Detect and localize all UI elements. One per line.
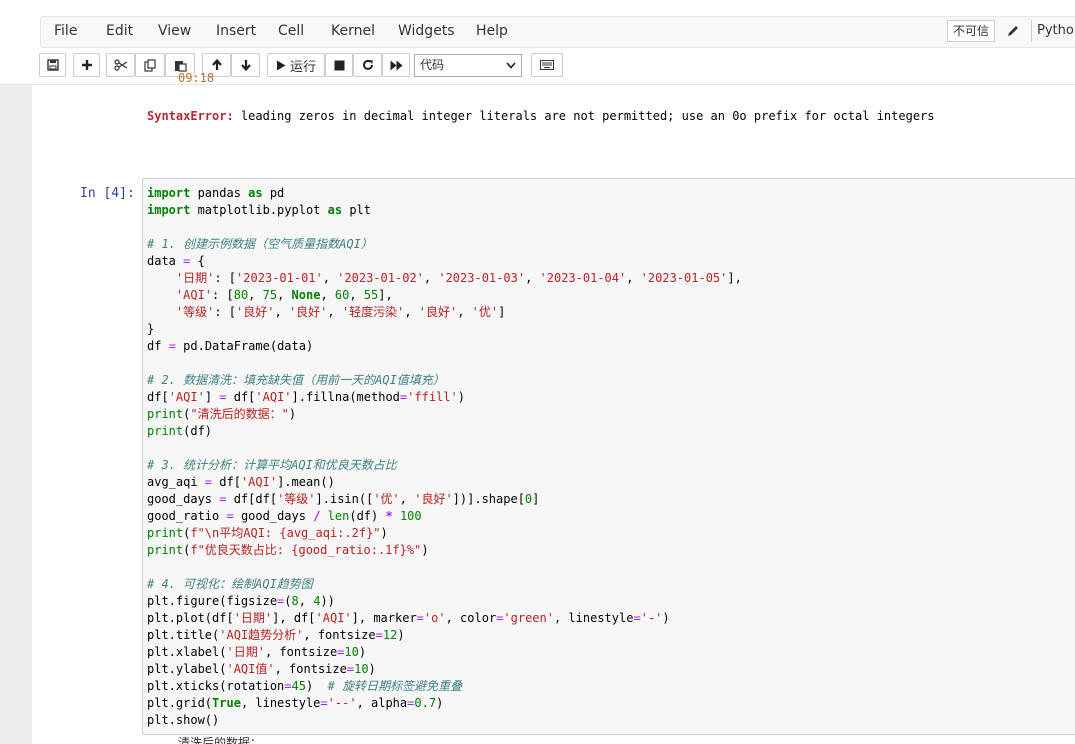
keyboard-icon	[540, 60, 554, 70]
menu-file[interactable]: File	[54, 23, 77, 39]
pencil-icon[interactable]	[1006, 24, 1020, 38]
menu-kernel[interactable]: Kernel	[331, 23, 375, 39]
error-output: SyntaxError: leading zeros in decimal in…	[147, 109, 935, 123]
not-trusted-button[interactable]: 不可信	[947, 20, 995, 42]
menu-widgets[interactable]: Widgets	[398, 23, 455, 39]
paste-icon	[174, 60, 187, 72]
menu-insert[interactable]: Insert	[216, 23, 256, 39]
move-down-button[interactable]	[231, 53, 260, 77]
arrow-up-icon	[211, 59, 222, 70]
run-label: 运行	[289, 59, 316, 75]
next-output-cutoff: 清洗后的数据：	[178, 736, 263, 744]
input-prompt: In [4]:	[80, 186, 135, 201]
play-icon	[276, 60, 286, 70]
browser-top-strip	[0, 0, 1075, 8]
menu-help[interactable]: Help	[476, 23, 508, 39]
command-palette-button[interactable]	[531, 53, 563, 77]
restart-run-all-button[interactable]	[382, 53, 410, 77]
interrupt-kernel-button[interactable]	[325, 53, 353, 77]
fast-forward-icon	[390, 60, 402, 70]
menu-edit[interactable]: Edit	[106, 23, 133, 39]
menu-bar: File Edit View Insert Cell Kernel Widget…	[40, 16, 1075, 48]
plus-icon	[81, 60, 92, 70]
menu-view[interactable]: View	[158, 23, 191, 39]
refresh-icon	[362, 59, 373, 70]
cut-button[interactable]	[106, 53, 135, 77]
copy-icon	[143, 58, 156, 72]
arrow-down-icon	[240, 60, 251, 71]
stop-icon	[334, 60, 344, 70]
menu-cell[interactable]: Cell	[278, 23, 304, 39]
kernel-name[interactable]: Python	[1031, 20, 1075, 42]
error-message: leading zeros in decimal integer literal…	[233, 109, 935, 123]
insert-cell-button[interactable]	[73, 53, 100, 77]
code-editor[interactable]: import pandas as pd import matplotlib.py…	[147, 185, 742, 729]
save-icon	[46, 59, 59, 71]
cell-type-select[interactable]: 代码	[414, 54, 522, 77]
save-button[interactable]	[39, 53, 66, 77]
previous-output-cutoff: 09:18	[178, 73, 215, 83]
run-button[interactable]: 运行	[267, 53, 325, 77]
scissors-icon	[113, 59, 127, 71]
copy-button[interactable]	[135, 53, 165, 77]
error-name: SyntaxError:	[147, 109, 234, 123]
chevron-down-icon	[506, 62, 516, 69]
restart-kernel-button[interactable]	[353, 53, 382, 77]
cell-type-value: 代码	[420, 58, 445, 72]
